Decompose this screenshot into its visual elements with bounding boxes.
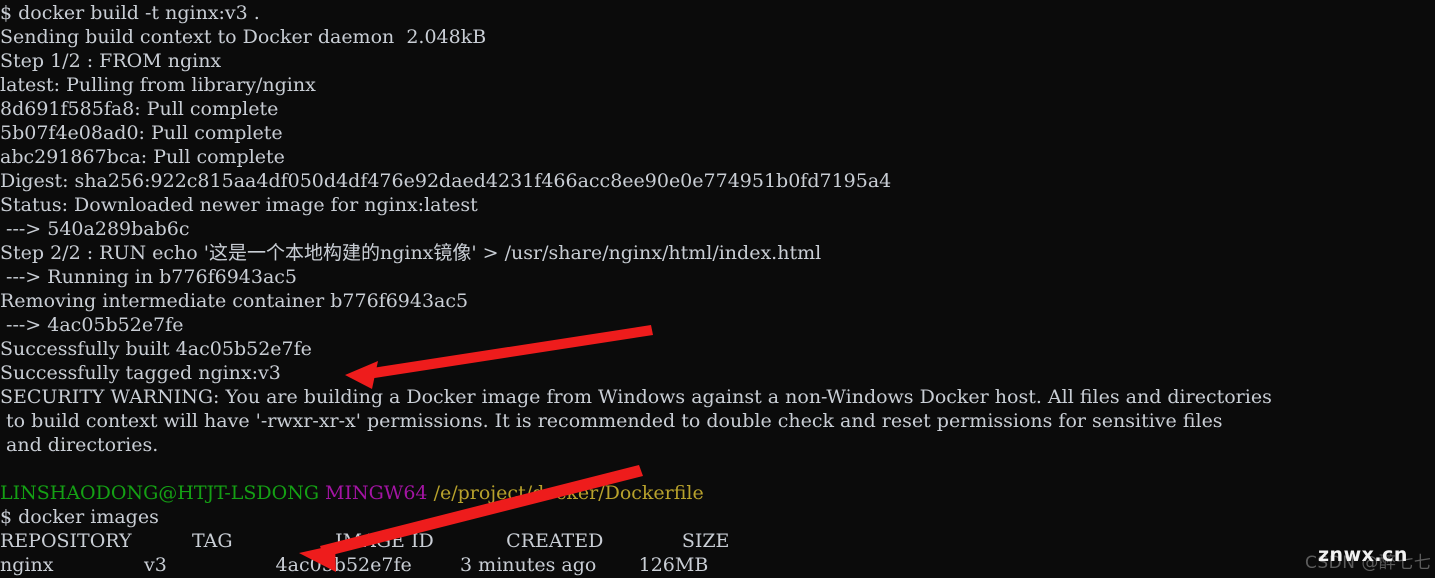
terminal-line-warning-2: to build context will have '-rwxr-xr-x' … <box>0 410 1223 432</box>
terminal-line-running-in: ---> Running in b776f6943ac5 <box>0 266 298 288</box>
prompt-user-host: LINSHAODONG@HTJT-LSDONG <box>0 482 319 504</box>
prompt-shell: MINGW64 <box>325 482 428 504</box>
terminal-line-cmd-build: $ docker build -t nginx:v3 . <box>0 2 260 24</box>
terminal-line-warning-3: and directories. <box>0 434 159 456</box>
terminal-line-removing: Removing intermediate container b776f694… <box>0 290 469 312</box>
terminal-line-pulling: latest: Pulling from library/nginx <box>0 74 316 96</box>
prompt-path: /e/project/docker/Dockerfile <box>433 482 704 504</box>
shell-prompt-line: LINSHAODONG@HTJT-LSDONG MINGW64 /e/proje… <box>0 481 1435 505</box>
terminal-line-layer-2: 5b07f4e08ad0: Pull complete <box>0 122 283 144</box>
terminal-line-cmd-images: $ docker images <box>0 506 159 528</box>
terminal-line-built: Successfully built 4ac05b52e7fe <box>0 338 312 360</box>
watermark-znwx: znwx.cn <box>1318 544 1408 566</box>
terminal-line-status: Status: Downloaded newer image for nginx… <box>0 194 478 216</box>
terminal-line-digest: Digest: sha256:922c815aa4df050d4df476e92… <box>0 170 892 192</box>
terminal-line-sending-context: Sending build context to Docker daemon 2… <box>0 26 487 48</box>
terminal-line-layer-id-2: ---> 4ac05b52e7fe <box>0 314 184 336</box>
images-table-header: REPOSITORY TAG IMAGE ID CREATED SIZE <box>0 530 730 552</box>
terminal-line-layer-3: abc291867bca: Pull complete <box>0 146 285 168</box>
terminal-line-tagged: Successfully tagged nginx:v3 <box>0 362 281 384</box>
terminal-line-step-1: Step 1/2 : FROM nginx <box>0 50 222 72</box>
terminal-window: $ docker build -t nginx:v3 . Sending bui… <box>0 0 1435 578</box>
terminal-line-layer-1: 8d691f585fa8: Pull complete <box>0 98 279 120</box>
images-table-row: nginx v3 4ac05b52e7fe 3 minutes ago 126M… <box>0 554 709 576</box>
terminal-line-step-2: Step 2/2 : RUN echo '这是一个本地构建的nginx镜像' >… <box>0 242 822 264</box>
terminal-line-layer-id-1: ---> 540a289bab6c <box>0 218 190 240</box>
terminal-output: $ docker build -t nginx:v3 . Sending bui… <box>0 0 1435 577</box>
terminal-line-warning-1: SECURITY WARNING: You are building a Doc… <box>0 386 1272 408</box>
